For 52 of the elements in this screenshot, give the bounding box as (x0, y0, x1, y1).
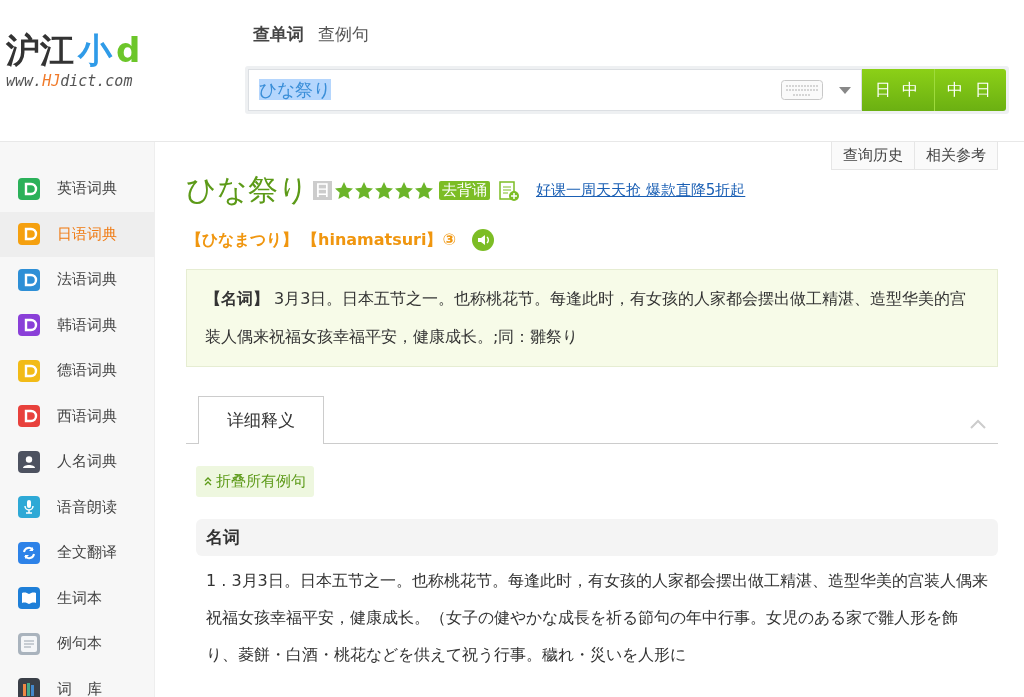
sidebar-label: 例句本 (57, 634, 102, 654)
sidebar-item[interactable]: 韩语词典 (0, 302, 154, 348)
logo-url: www. (6, 72, 43, 90)
sidebar-label: 韩语词典 (57, 315, 117, 335)
star-icon (394, 180, 414, 201)
star-icon (334, 180, 354, 201)
sidebar-label: 日语词典 (57, 224, 117, 244)
top-link[interactable]: 相关参考 (915, 142, 998, 170)
definition-summary: 【名词】 3月3日。日本五节之一。也称桃花节。每逢此时，有女孩的人家都会摆出做工精湛、造型华美的宫装人偶来祝福女孩幸福平安，健康成长。;同：雛祭り (186, 269, 998, 367)
sidebar-label: 词 库 (57, 679, 102, 697)
chevron-up-icon[interactable] (970, 419, 986, 429)
romaji-reading: 【hinamatsuri】③ (302, 229, 456, 251)
sidebar-item[interactable]: 人名词典 (0, 439, 154, 485)
word-title: ひな祭り (186, 171, 309, 209)
speaker-icon[interactable] (472, 229, 494, 251)
kana-reading: 【ひなまつり】 (186, 229, 298, 251)
sidebar-label: 英语词典 (57, 179, 117, 199)
dropdown-caret-icon[interactable] (839, 86, 851, 94)
logo-text: 小 (78, 30, 112, 70)
sidebar-item[interactable]: 生词本 (0, 575, 154, 621)
star-icon (354, 180, 374, 201)
logo-text: d (116, 30, 141, 70)
logo-url: dict.com (60, 72, 133, 90)
sidebar-label: 德语词典 (57, 361, 117, 381)
add-note-icon[interactable] (498, 179, 520, 202)
keyboard-icon[interactable] (781, 80, 823, 100)
promo-link[interactable]: 好课一周天天抢 爆款直降5折起 (536, 181, 746, 200)
definition-text: 1 . 3月3日。日本五节之一。也称桃花节。每逢此时，有女孩的人家都会摆出做工精湛、造型华美的宫装人偶来祝福女孩幸福平安，健康成长。（女子の健やかな成長を祈る節句の年中行事。女児のある家で雛人形を飾り、菱餅・白酒・桃花などを供えて祝う行事。穢れ・災いを人形に (205, 570, 989, 666)
search-tab[interactable]: 查例句 (314, 20, 373, 48)
top-link[interactable]: 查询历史 (831, 142, 915, 170)
sidebar-item[interactable]: 法语词典 (0, 257, 154, 303)
section-heading: 名词 (196, 519, 998, 556)
sidebar-item[interactable]: 西语词典 (0, 393, 154, 439)
sidebar-item[interactable]: 德语词典 (0, 348, 154, 394)
sidebar-item[interactable]: 例句本 (0, 621, 154, 667)
double-chevron-up-icon (204, 477, 212, 486)
sidebar-label: 人名词典 (57, 452, 117, 472)
logo-text: 沪江 (6, 30, 74, 70)
star-icon (374, 180, 394, 201)
sidebar-label: 西语词典 (57, 406, 117, 426)
sidebar-label: 语音朗读 (57, 497, 117, 517)
sidebar-item[interactable]: 语音朗读 (0, 484, 154, 530)
search-tab[interactable]: 查单词 (249, 20, 308, 48)
sidebar-item[interactable]: 全文翻译 (0, 530, 154, 576)
sidebar-label: 法语词典 (57, 270, 117, 290)
logo-url: HJ (42, 72, 61, 90)
detail-tab[interactable]: 详细释义 (198, 396, 324, 444)
sidebar-label: 全文翻译 (57, 543, 117, 563)
sidebar-item[interactable]: 词 库 (0, 666, 154, 697)
sidebar-item[interactable]: 英语词典 (0, 166, 154, 212)
sidebar-label: 生词本 (57, 588, 102, 608)
star-icon (414, 180, 434, 201)
